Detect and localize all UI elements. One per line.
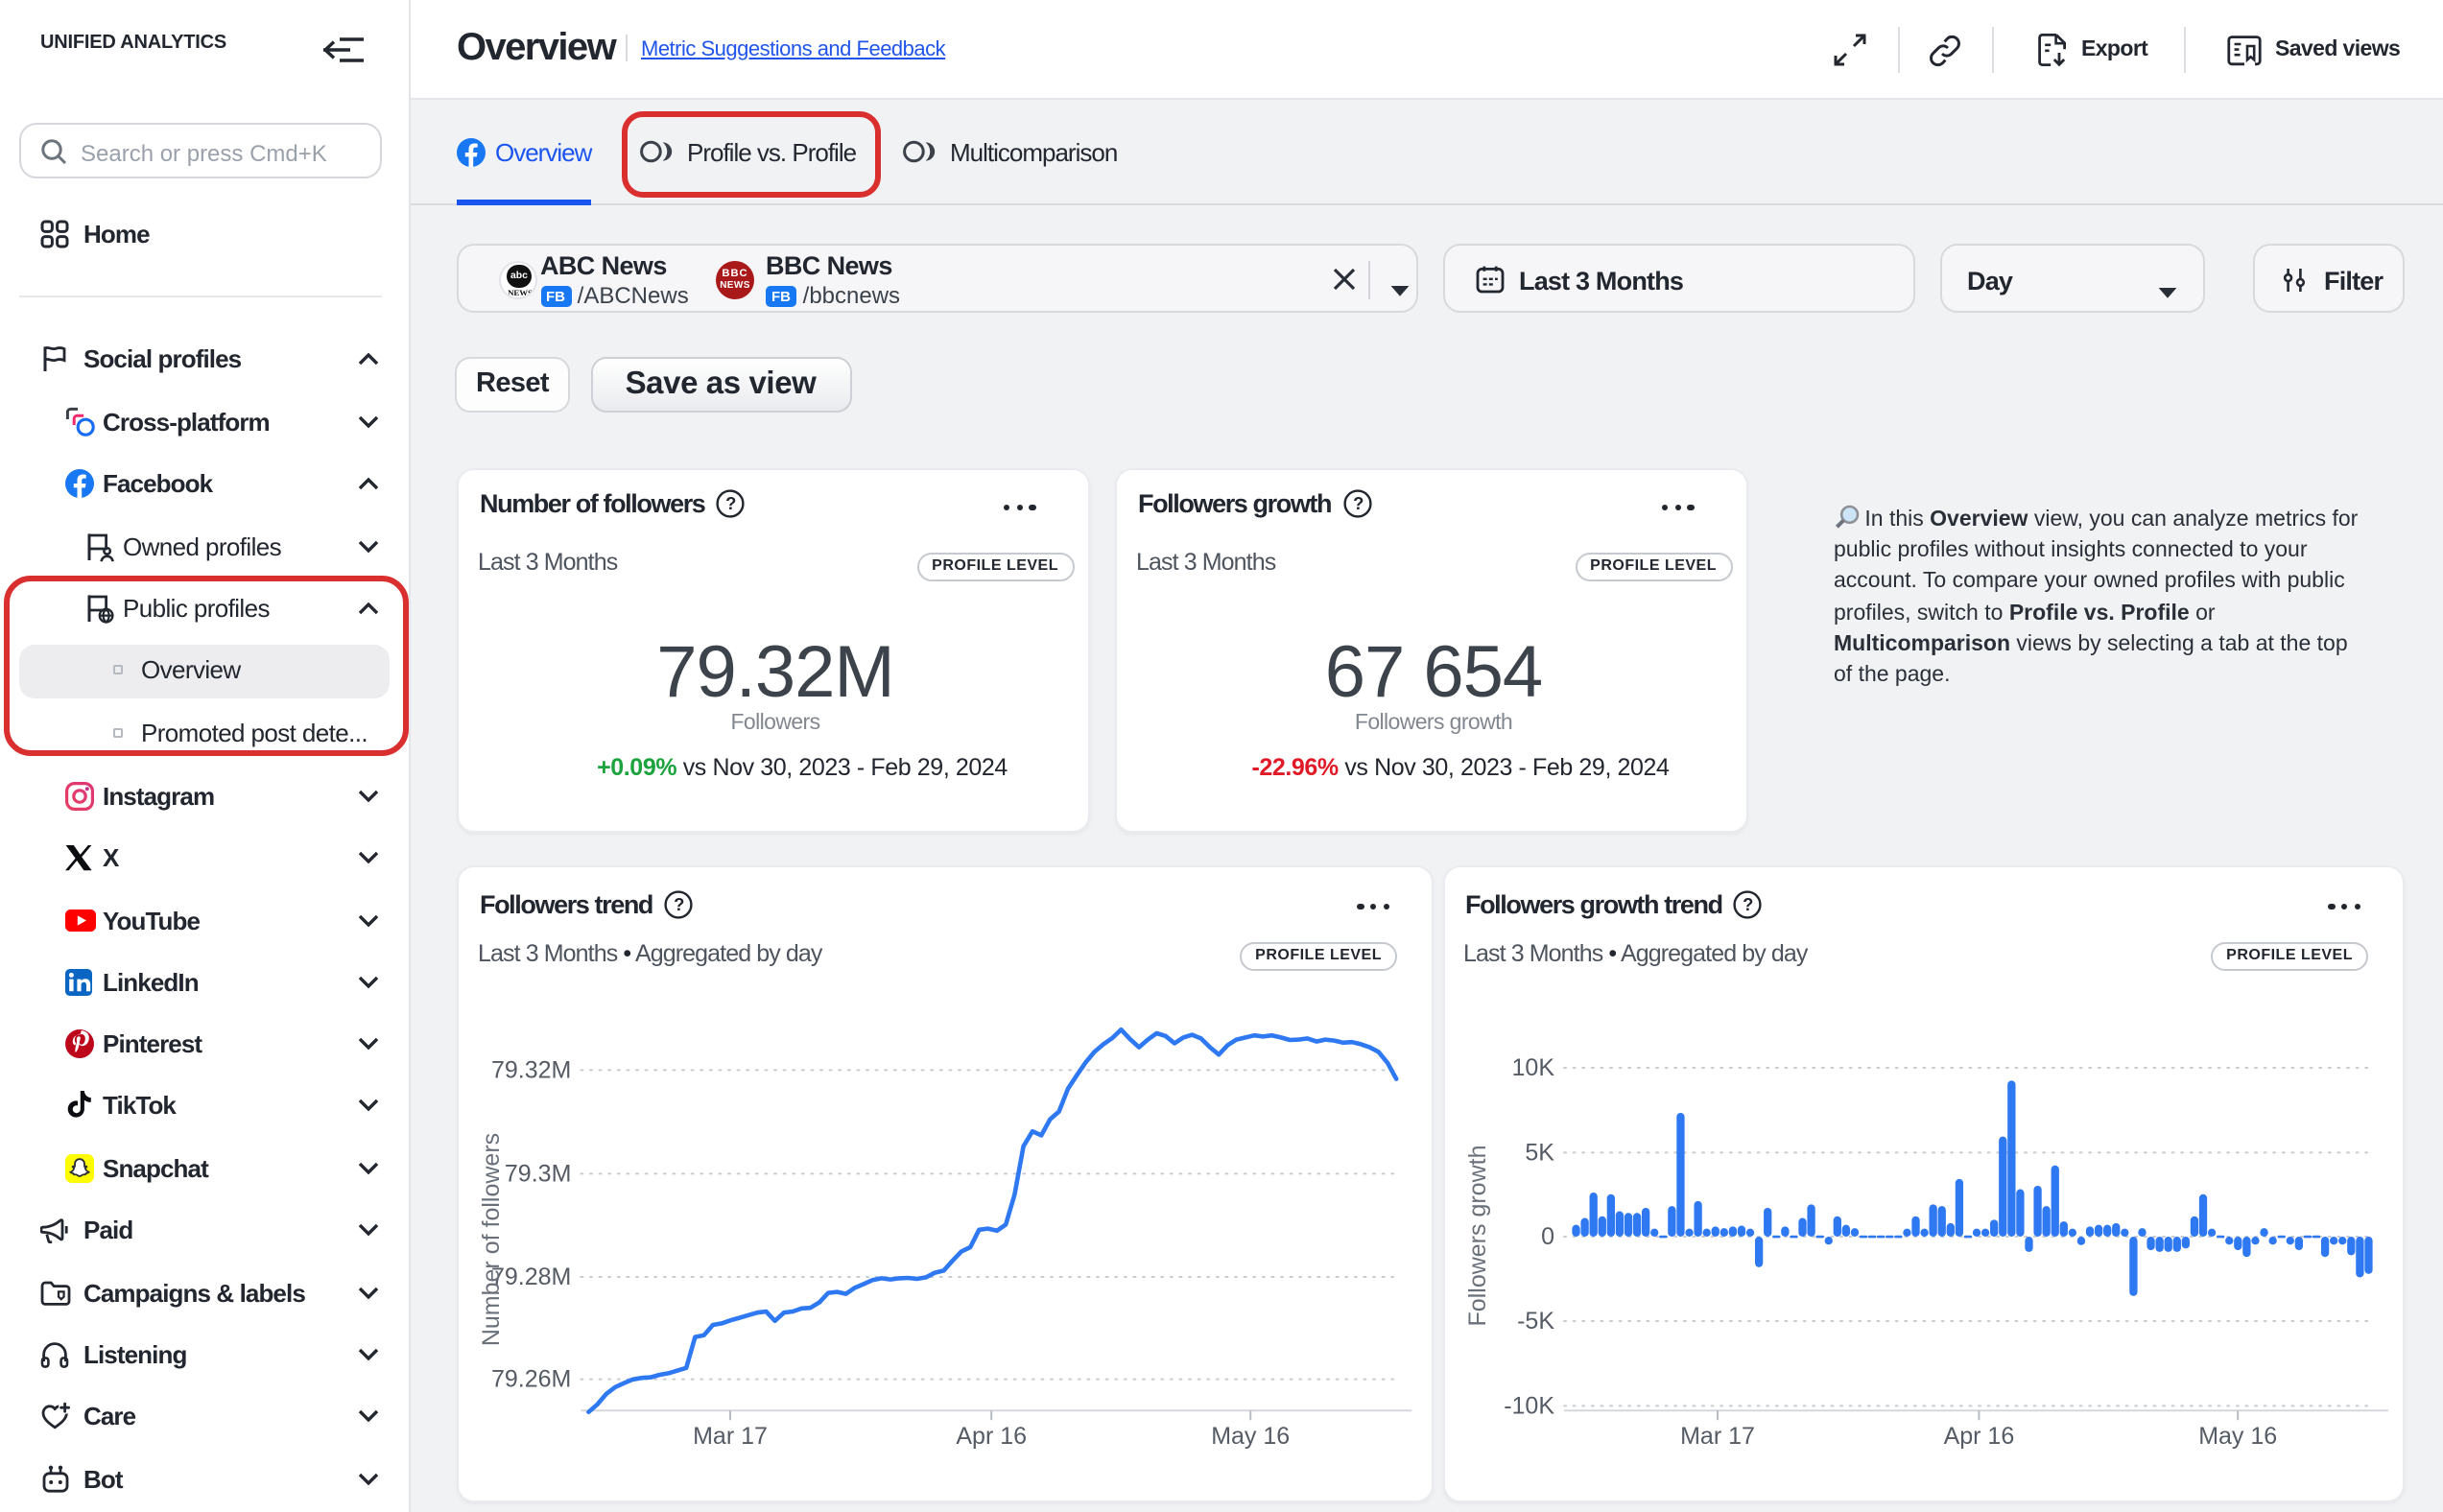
svg-text:79.26M: 79.26M xyxy=(491,1365,571,1392)
svg-text:?: ? xyxy=(726,493,737,513)
svg-text:5K: 5K xyxy=(1524,1138,1554,1165)
svg-text:May 16: May 16 xyxy=(2197,1422,2276,1449)
svg-text:Mar 17: Mar 17 xyxy=(1679,1422,1754,1449)
svg-text:Mar 17: Mar 17 xyxy=(693,1422,768,1449)
svg-text:79.3M: 79.3M xyxy=(505,1159,571,1186)
svg-text:May 16: May 16 xyxy=(1211,1422,1290,1449)
svg-text:Number of followers: Number of followers xyxy=(478,1132,505,1345)
svg-text:-10K: -10K xyxy=(1503,1391,1554,1418)
svg-text:Apr 16: Apr 16 xyxy=(956,1422,1027,1449)
svg-text:79.32M: 79.32M xyxy=(491,1055,571,1082)
svg-text:?: ? xyxy=(1352,493,1363,513)
svg-text:-5K: -5K xyxy=(1516,1307,1554,1334)
svg-text:0: 0 xyxy=(1540,1222,1554,1249)
svg-text:Followers growth: Followers growth xyxy=(1463,1145,1490,1326)
svg-text:10K: 10K xyxy=(1511,1053,1554,1080)
svg-text:Apr 16: Apr 16 xyxy=(1943,1422,2014,1449)
